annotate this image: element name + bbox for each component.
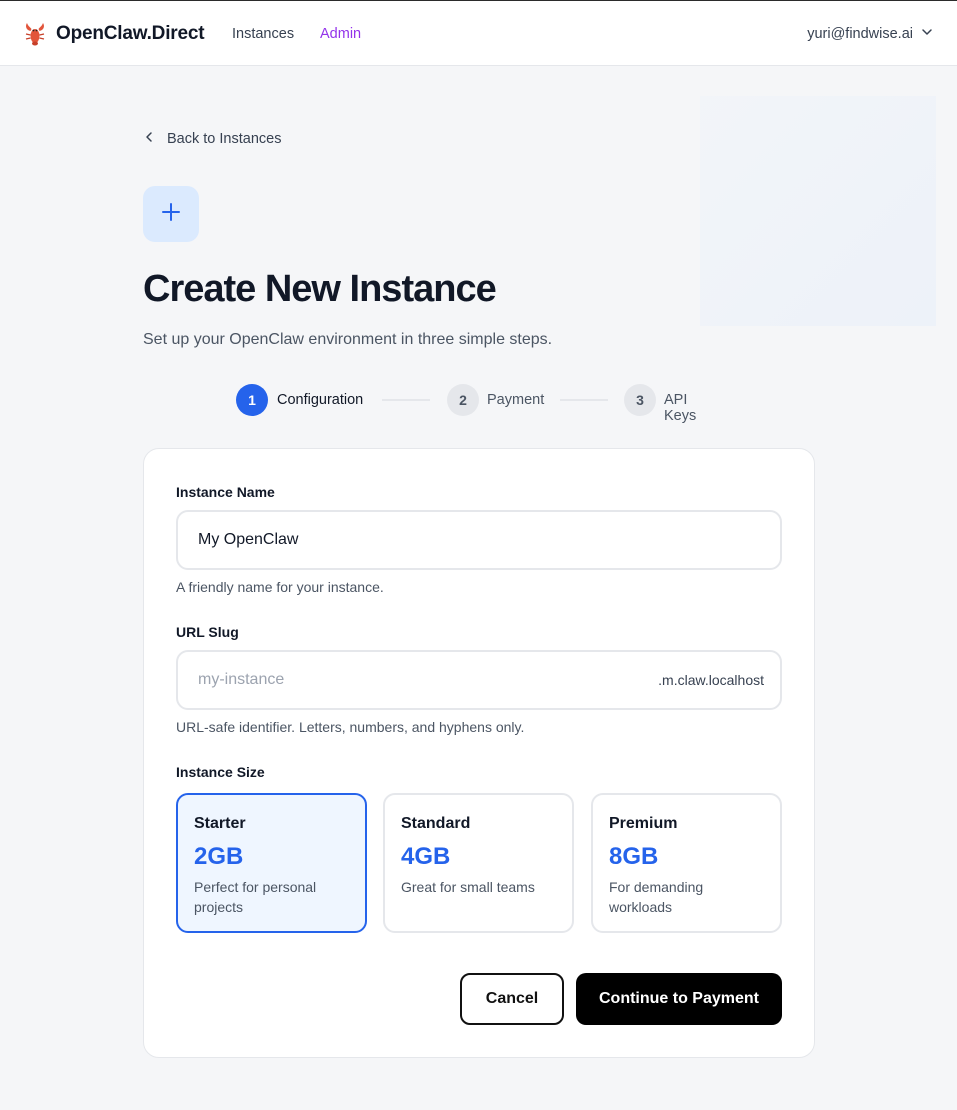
url-slug-field[interactable]: .m.claw.localhost <box>176 650 782 710</box>
step-1-label: Configuration <box>277 392 364 408</box>
instance-name-help: A friendly name for your instance. <box>176 579 384 595</box>
step-connector <box>560 399 608 401</box>
step-connector <box>382 399 430 401</box>
url-slug-label: URL Slug <box>176 624 239 640</box>
step-1-number: 1 <box>236 384 268 416</box>
size-option-name: Starter <box>194 815 246 832</box>
size-option-name: Premium <box>609 815 678 832</box>
back-to-instances-link[interactable]: Back to Instances <box>143 131 281 147</box>
size-option-memory: 8GB <box>609 843 659 870</box>
background-decoration <box>700 96 936 326</box>
page-title: Create New Instance <box>143 268 497 310</box>
continue-to-payment-button[interactable]: Continue to Payment <box>576 973 782 1025</box>
step-2-number: 2 <box>447 384 479 416</box>
brand-name[interactable]: OpenClaw.Direct <box>56 23 205 45</box>
size-option-description: For demanding workloads <box>609 879 704 915</box>
lobster-icon[interactable] <box>24 21 46 47</box>
size-option-name: Standard <box>401 815 471 832</box>
size-option-standard[interactable]: Standard 4GB Great for small teams <box>383 793 574 933</box>
create-instance-badge <box>143 186 199 242</box>
instance-name-label: Instance Name <box>176 484 275 500</box>
url-slug-input[interactable] <box>198 652 638 708</box>
instance-name-input[interactable] <box>198 512 638 568</box>
size-option-memory: 2GB <box>194 843 244 870</box>
chevron-left-icon <box>143 131 155 147</box>
plus-icon <box>161 202 181 227</box>
nav-link-instances[interactable]: Instances <box>232 26 294 42</box>
step-2-label: Payment <box>487 392 545 408</box>
instance-size-label: Instance Size <box>176 764 265 780</box>
size-option-premium[interactable]: Premium 8GB For demanding workloads <box>591 793 782 933</box>
size-option-description: Perfect for personal projects <box>194 879 317 915</box>
nav-link-admin[interactable]: Admin <box>320 26 361 42</box>
size-option-starter[interactable]: Starter 2GB Perfect for personal project… <box>176 793 367 933</box>
cancel-button[interactable]: Cancel <box>460 973 564 1025</box>
create-instance-form: Instance Name A friendly name for your i… <box>143 448 815 1058</box>
size-option-memory: 4GB <box>401 843 451 870</box>
user-menu[interactable]: yuri@findwise.ai <box>807 26 933 42</box>
url-slug-domain-suffix: .m.claw.localhost <box>658 672 764 688</box>
size-option-description: Great for small teams <box>401 879 535 895</box>
chevron-down-icon <box>921 26 933 42</box>
page-subtitle: Set up your OpenClaw environment in thre… <box>143 331 553 348</box>
url-slug-help: URL-safe identifier. Letters, numbers, a… <box>176 719 525 735</box>
step-3-number: 3 <box>624 384 656 416</box>
user-email: yuri@findwise.ai <box>807 26 913 42</box>
step-3-label: API Keys <box>664 392 697 424</box>
instance-name-field[interactable] <box>176 510 782 570</box>
top-navigation-bar: OpenClaw.Direct Instances Admin yuri@fin… <box>0 0 957 66</box>
back-link-label: Back to Instances <box>167 131 282 147</box>
